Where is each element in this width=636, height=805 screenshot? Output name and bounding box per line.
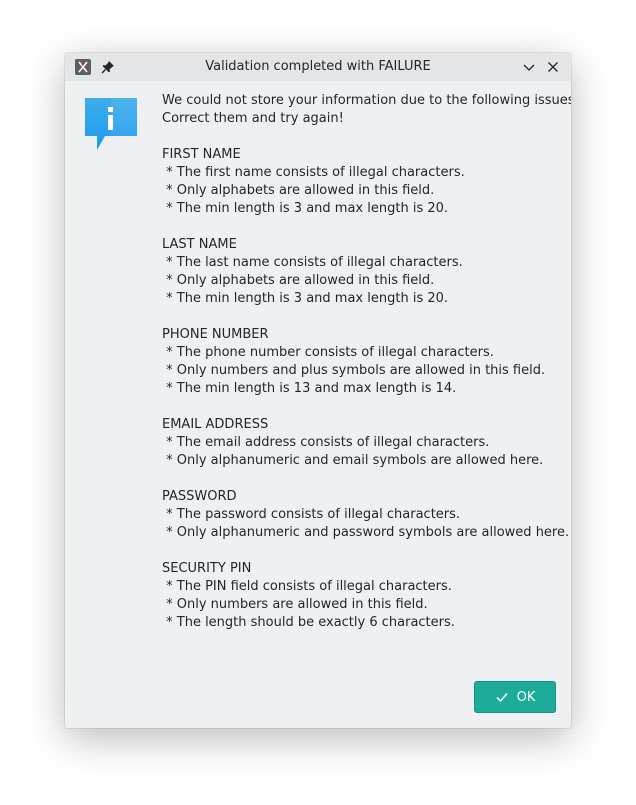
info-icon [85,98,137,150]
close-icon[interactable] [545,59,561,75]
section-item: * Only alphabets are allowed in this fie… [162,183,435,198]
section-item: * The phone number consists of illegal c… [162,345,494,360]
section-heading: LAST NAME [162,237,237,252]
section-item: * The email address consists of illegal … [162,435,490,450]
section-item: * Only alphanumeric and password symbols… [162,525,570,540]
section-item: * The PIN field consists of illegal char… [162,579,452,594]
section-item: * Only alphanumeric and email symbols ar… [162,453,544,468]
section-item: * The first name consists of illegal cha… [162,165,465,180]
section-item: * Only numbers and plus symbols are allo… [162,363,546,378]
dialog-window: Validation completed with FAILURE We cou… [65,53,571,728]
section-heading: SECURITY PIN [162,561,252,576]
section-item: * The password consists of illegal chara… [162,507,461,522]
intro-line: Correct them and try again! [162,111,344,126]
message-content: We could not store your information due … [162,92,571,632]
section-item: * Only alphabets are allowed in this fie… [162,273,435,288]
window-title: Validation completed with FAILURE [205,59,431,74]
section-item: * The min length is 3 and max length is … [162,291,449,306]
section-item: * The last name consists of illegal char… [162,255,463,270]
ok-button-label: OK [516,689,536,705]
section-item: * Only numbers are allowed in this field… [162,597,428,612]
checkmark-icon [495,690,509,704]
section-heading: PHONE NUMBER [162,327,269,342]
section-item: * The length should be exactly 6 charact… [162,615,455,630]
section-heading: EMAIL ADDRESS [162,417,269,432]
chevron-down-icon[interactable] [521,59,537,75]
section-item: * The min length is 3 and max length is … [162,201,449,216]
ok-button[interactable]: OK [474,681,556,713]
intro-line: We could not store your information due … [162,93,571,108]
section-heading: FIRST NAME [162,147,241,162]
title-bar[interactable]: Validation completed with FAILURE [65,53,571,81]
section-item: * The min length is 13 and max length is… [162,381,457,396]
section-heading: PASSWORD [162,489,237,504]
